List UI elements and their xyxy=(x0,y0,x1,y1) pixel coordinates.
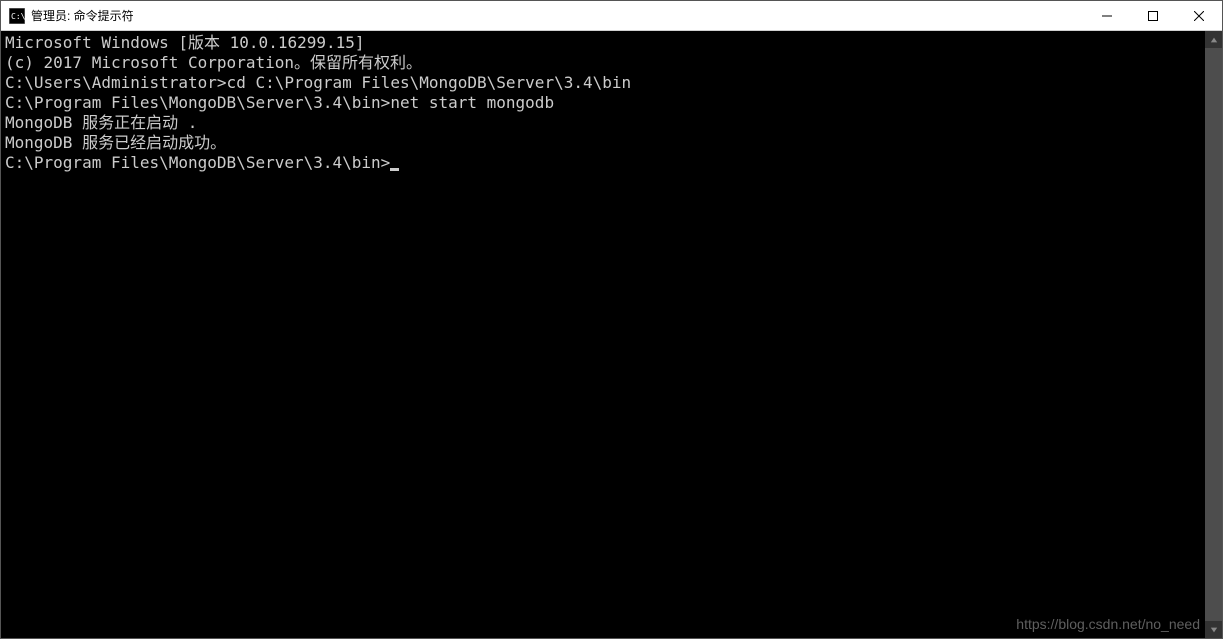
terminal-line: MongoDB 服务已经启动成功。 xyxy=(5,133,1201,153)
terminal-line: C:\Program Files\MongoDB\Server\3.4\bin>… xyxy=(5,93,1201,113)
scrollbar-thumb[interactable] xyxy=(1205,48,1222,621)
close-button[interactable] xyxy=(1176,1,1222,30)
titlebar[interactable]: C:\ 管理员: 命令提示符 xyxy=(1,1,1222,31)
terminal-line: C:\Users\Administrator>cd C:\Program Fil… xyxy=(5,73,1201,93)
window-controls xyxy=(1084,1,1222,30)
watermark-text: https://blog.csdn.net/no_need xyxy=(1016,616,1200,632)
terminal-prompt: C:\Program Files\MongoDB\Server\3.4\bin> xyxy=(5,153,390,172)
command-prompt-window: C:\ 管理员: 命令提示符 Microsoft Windows [版本 10.… xyxy=(0,0,1223,639)
maximize-button[interactable] xyxy=(1130,1,1176,30)
scrollbar-track[interactable] xyxy=(1205,48,1222,621)
cursor xyxy=(390,168,399,171)
scrollbar-up-button[interactable] xyxy=(1205,31,1222,48)
terminal-content[interactable]: Microsoft Windows [版本 10.0.16299.15](c) … xyxy=(1,31,1205,638)
vertical-scrollbar[interactable] xyxy=(1205,31,1222,638)
terminal-area: Microsoft Windows [版本 10.0.16299.15](c) … xyxy=(1,31,1222,638)
terminal-prompt-line: C:\Program Files\MongoDB\Server\3.4\bin> xyxy=(5,153,399,172)
terminal-line: (c) 2017 Microsoft Corporation。保留所有权利。 xyxy=(5,53,1201,73)
window-title: 管理员: 命令提示符 xyxy=(31,7,1084,24)
minimize-button[interactable] xyxy=(1084,1,1130,30)
terminal-line: MongoDB 服务正在启动 . xyxy=(5,113,1201,133)
cmd-icon: C:\ xyxy=(9,8,25,24)
scrollbar-down-button[interactable] xyxy=(1205,621,1222,638)
terminal-line: Microsoft Windows [版本 10.0.16299.15] xyxy=(5,33,1201,53)
svg-text:C:\: C:\ xyxy=(11,12,25,21)
